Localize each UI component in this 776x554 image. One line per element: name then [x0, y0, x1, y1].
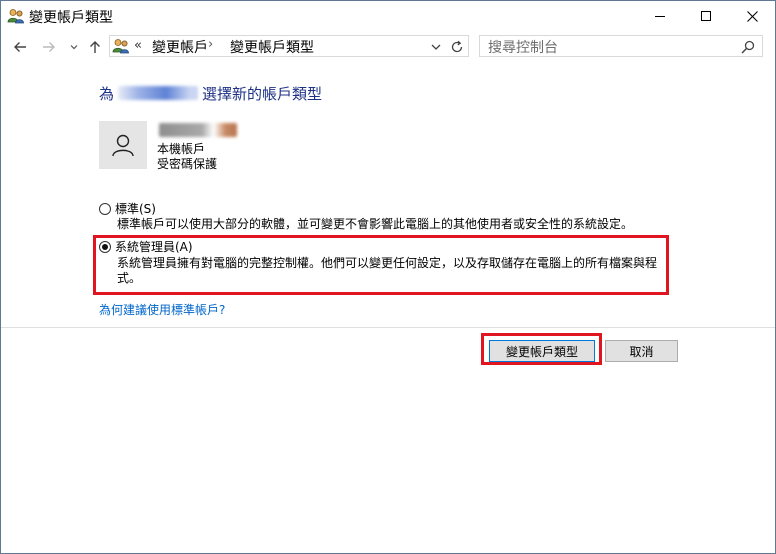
radio-standard[interactable]	[99, 203, 111, 215]
address-dropdown-button[interactable]	[428, 39, 444, 55]
chevron-down-icon	[431, 44, 441, 50]
address-bar[interactable]: « 變更帳戶 › 變更帳戶類型	[109, 35, 469, 57]
close-icon	[746, 10, 758, 22]
users-icon	[112, 38, 130, 54]
search-icon[interactable]	[741, 39, 755, 54]
back-button[interactable]	[12, 39, 28, 55]
forward-button[interactable]	[41, 39, 57, 55]
forward-arrow-icon	[43, 42, 55, 52]
maximize-button[interactable]	[683, 1, 729, 31]
close-button[interactable]	[729, 1, 775, 31]
hidden-crumbs-chevron[interactable]: «	[134, 38, 142, 53]
breadcrumb-change-account-type[interactable]: 變更帳戶類型	[230, 37, 314, 57]
maximize-icon	[701, 11, 711, 21]
back-arrow-icon	[14, 42, 26, 52]
recent-dropdown-icon	[70, 45, 78, 50]
footer-divider	[1, 327, 775, 328]
search-input[interactable]: 搜尋控制台	[488, 37, 558, 57]
up-arrow-icon	[90, 41, 100, 53]
minimize-button[interactable]	[637, 1, 683, 31]
primary-button-highlight-box	[481, 333, 602, 365]
redacted-account-name	[118, 86, 199, 100]
refresh-icon	[451, 40, 463, 53]
option-standard-description: 標準帳戶可以使用大部分的軟體，並可變更不會影響此電腦上的其他使用者或安全性的系統…	[117, 217, 634, 231]
window-title: 變更帳戶類型	[29, 10, 113, 26]
redacted-account-title	[159, 123, 237, 137]
page-heading: 為 選擇新的帳戶類型	[99, 83, 322, 104]
refresh-button[interactable]	[448, 38, 466, 56]
title-bar: 變更帳戶類型	[1, 1, 775, 31]
avatar	[99, 121, 147, 169]
administrator-highlight-box	[93, 235, 669, 295]
breadcrumb-separator[interactable]: ›	[208, 37, 213, 52]
heading-suffix: 選擇新的帳戶類型	[202, 85, 323, 103]
option-standard-label[interactable]: 標準(S)	[115, 200, 156, 217]
cancel-button[interactable]: 取消	[605, 340, 678, 362]
users-icon	[7, 8, 25, 24]
search-box[interactable]: 搜尋控制台	[479, 35, 763, 57]
up-button[interactable]	[87, 39, 103, 55]
change-account-type-window: 變更帳戶類型 « 變更帳戶 › 變更帳戶類型 搜尋控制台 為 選擇新的帳戶類型 …	[0, 0, 776, 554]
account-protection-label: 受密碼保護	[157, 157, 218, 171]
minimize-icon	[655, 16, 665, 17]
breadcrumb-change-account[interactable]: 變更帳戶	[152, 37, 208, 57]
user-avatar-icon	[112, 134, 134, 157]
recent-locations-button[interactable]	[66, 39, 82, 55]
heading-prefix: 為	[99, 85, 115, 103]
why-standard-account-link[interactable]: 為何建議使用標準帳戶?	[99, 301, 225, 318]
